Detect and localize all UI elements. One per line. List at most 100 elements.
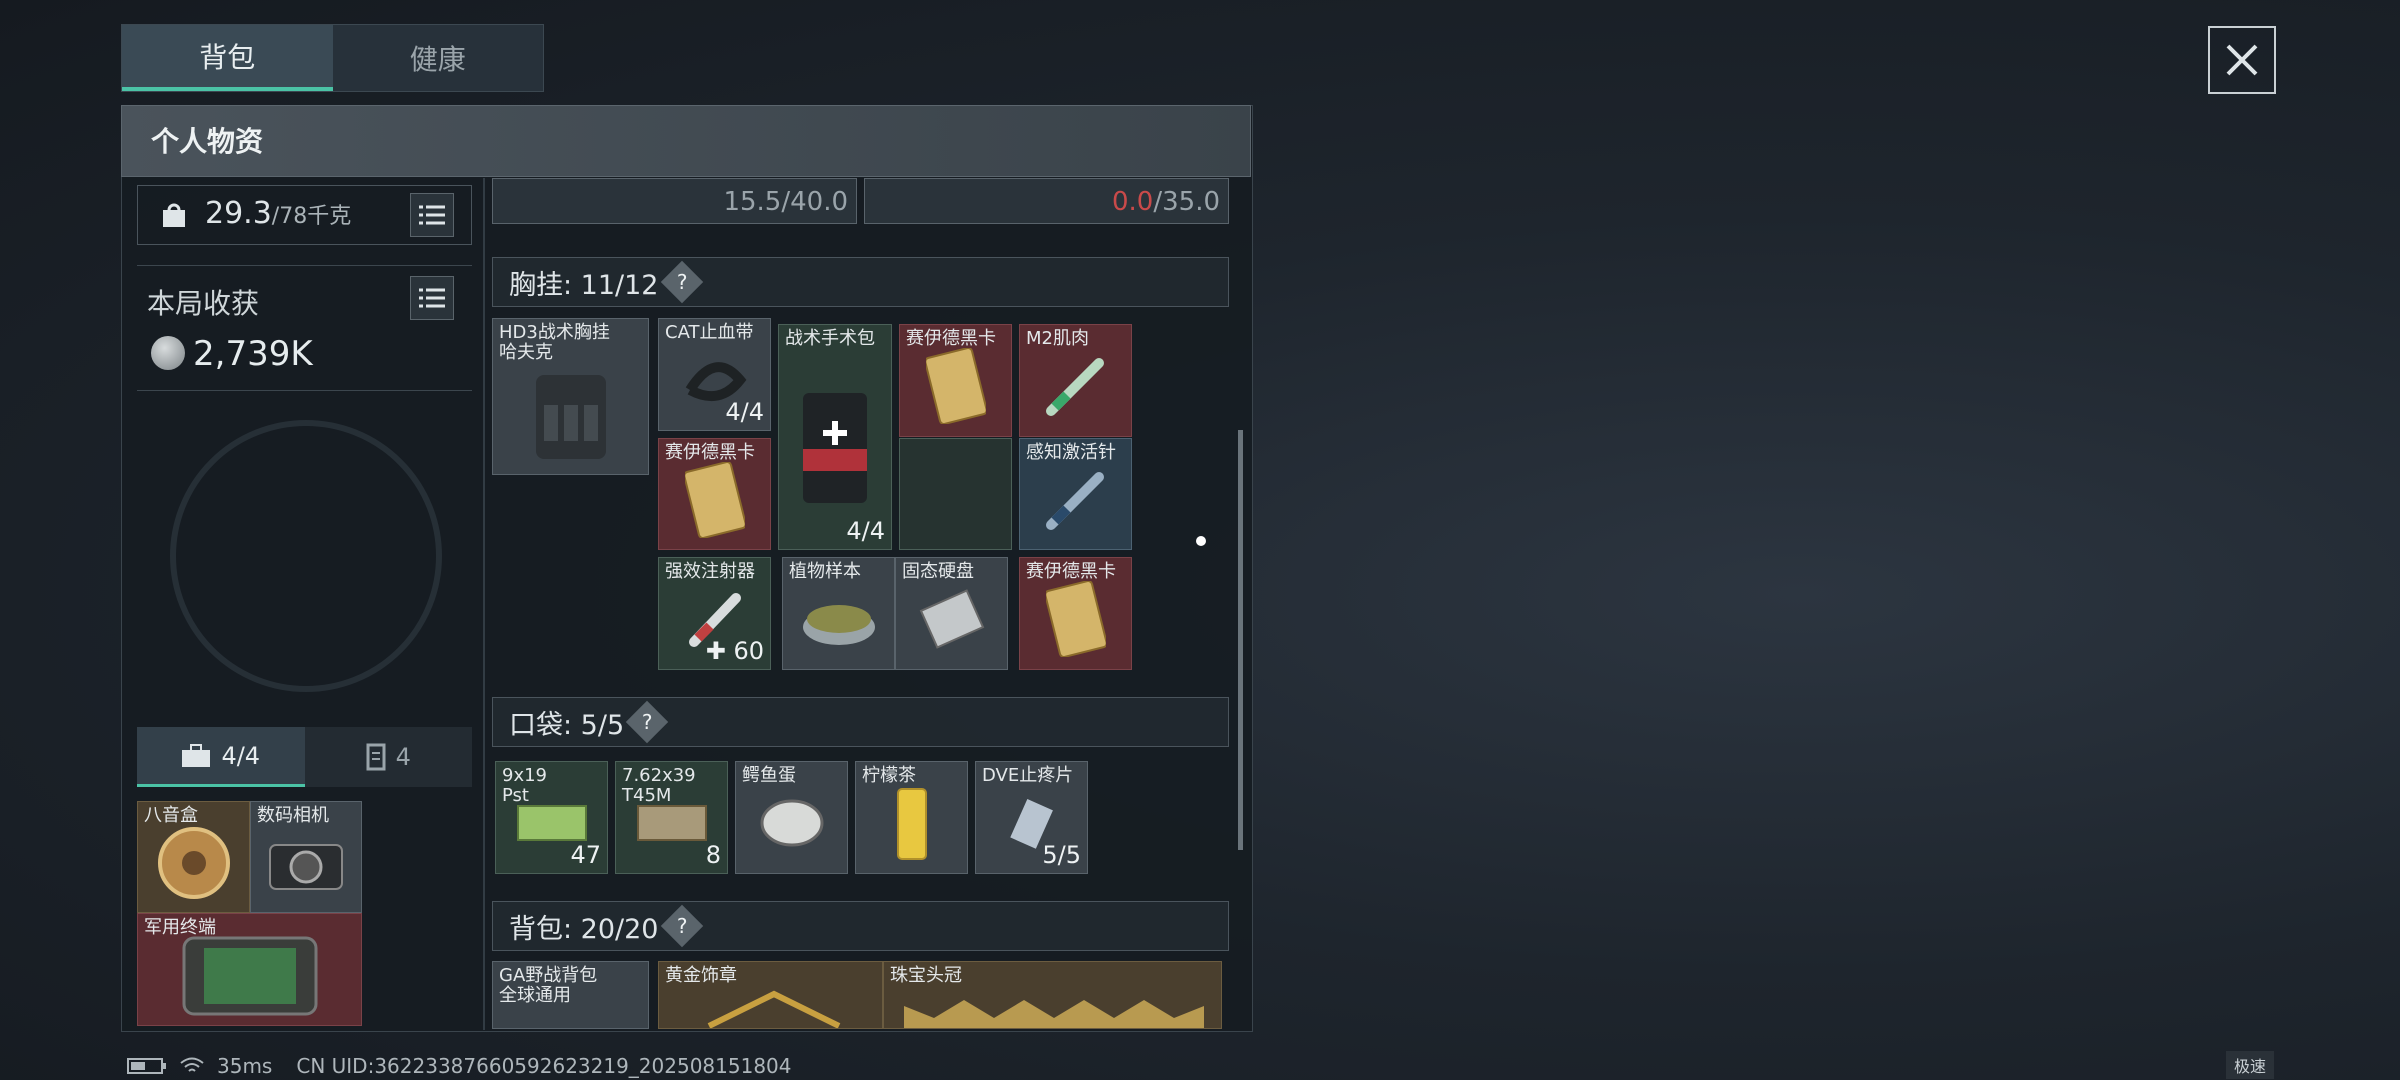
item-name: 植物样本 <box>789 561 861 582</box>
item-name: CAT止血带 <box>665 322 754 343</box>
item-slot[interactable]: 黄金饰章 <box>658 961 883 1029</box>
m2-injector-icon <box>1045 358 1104 417</box>
help-icon[interactable]: ? <box>660 260 703 304</box>
safe-case-count: 4/4 <box>221 741 261 770</box>
harvest-label: 本局收获 <box>147 287 260 320</box>
military-terminal-icon <box>182 936 317 1016</box>
item-name: 赛伊德黑卡 <box>1026 561 1116 582</box>
item-slot[interactable]: HD3战术胸挂 哈夫克 <box>492 318 649 475</box>
top-cell-right: 0.0/35.0 <box>864 178 1229 224</box>
item-slot[interactable]: 八音盒 <box>137 801 250 913</box>
column-divider <box>483 178 485 1030</box>
chest-rig-header: 胸挂: 11/12 ? <box>492 257 1229 307</box>
card-icon <box>366 743 386 771</box>
scrollbar[interactable] <box>1238 430 1243 850</box>
music-box-icon <box>157 826 230 899</box>
tab-health[interactable]: 健康 <box>333 25 544 91</box>
black-card-icon <box>925 348 986 425</box>
item-name: DVE止疼片 <box>982 765 1074 786</box>
croc-egg-icon <box>760 799 823 847</box>
list-icon <box>419 288 445 308</box>
help-icon[interactable]: ? <box>625 700 669 744</box>
weight-value: 29.3/78千克 <box>205 196 352 231</box>
black-card-icon <box>1045 581 1106 658</box>
item-name: 固态硬盘 <box>902 561 974 582</box>
tab-safe-case[interactable]: 4/4 <box>137 727 305 787</box>
coin-icon <box>151 336 185 370</box>
item-count: 4/4 <box>725 398 764 426</box>
chest-rig-icon <box>535 375 606 460</box>
item-slot[interactable]: 9x19 Pst 47 <box>495 761 608 874</box>
item-slot[interactable]: 感知激活针 <box>1019 438 1132 550</box>
speed-badge: 极速 <box>2226 1051 2275 1079</box>
plant-sample-icon <box>802 605 875 646</box>
item-slot[interactable]: 7.62x39 T45M 8 <box>615 761 728 874</box>
item-count: ✚ 60 <box>705 637 764 665</box>
close-icon <box>2226 44 2258 76</box>
battery-icon <box>127 1058 166 1074</box>
divider <box>137 265 472 266</box>
item-name: 赛伊德黑卡 <box>906 328 996 349</box>
item-name: HD3战术胸挂 哈夫克 <box>499 322 610 363</box>
pocket-header: 口袋: 5/5 ? <box>492 697 1229 747</box>
harvest-list-button[interactable] <box>410 276 454 320</box>
ping-value: 35ms <box>217 1054 273 1078</box>
help-icon[interactable]: ? <box>660 904 703 948</box>
item-slot[interactable]: GA野战背包 全球通用 <box>492 961 649 1029</box>
tab-card-pack[interactable]: 4 <box>305 727 473 787</box>
wifi-icon <box>180 1057 204 1072</box>
item-slot[interactable]: 战术手术包 4/4 <box>778 324 892 550</box>
capacity-value: 0.0/35.0 <box>1111 187 1220 217</box>
harvest-value: 2,739K <box>193 334 313 374</box>
jewel-crown-icon <box>904 1000 1204 1028</box>
weight-icon <box>163 203 185 227</box>
weight-list-button[interactable] <box>410 193 454 237</box>
chest-rig-label: 胸挂: 11/12 <box>509 269 659 301</box>
backpack-header: 背包: 20/20 ? <box>492 901 1229 951</box>
gold-medal-icon <box>707 990 841 1028</box>
item-count: 5/5 <box>1042 841 1081 869</box>
close-button[interactable] <box>2208 26 2276 94</box>
item-slot[interactable]: DVE止疼片 5/5 <box>975 761 1088 874</box>
item-count: 47 <box>570 841 601 869</box>
black-card-icon <box>684 461 745 538</box>
left-tabs: 4/4 4 <box>137 727 472 787</box>
item-slot[interactable]: 赛伊德黑卡 <box>658 438 771 550</box>
item-slot[interactable]: 固态硬盘 <box>895 557 1008 670</box>
capacity-value: 15.5/40.0 <box>723 187 848 217</box>
briefcase-icon <box>182 743 211 767</box>
tab-backpack[interactable]: 背包 <box>122 25 333 91</box>
panel-title: 个人物资 <box>151 125 264 158</box>
panel-header <box>121 105 1251 177</box>
item-name: M2肌肉 <box>1026 328 1089 349</box>
item-slot[interactable]: 鳄鱼蛋 <box>735 761 848 874</box>
item-slot[interactable]: 珠宝头冠 <box>883 961 1222 1029</box>
pocket-label: 口袋: 5/5 <box>509 709 625 741</box>
top-cell-left: 15.5/40.0 <box>492 178 857 224</box>
surgery-kit-icon <box>803 393 867 504</box>
item-name: 强效注射器 <box>665 561 755 582</box>
ssd-icon <box>919 589 984 649</box>
item-name: GA野战背包 全球通用 <box>499 965 598 1006</box>
item-name: 战术手术包 <box>785 328 875 349</box>
item-slot[interactable]: 植物样本 <box>782 557 895 670</box>
item-slot[interactable]: 强效注射器 ✚ 60 <box>658 557 771 670</box>
item-name: 数码相机 <box>257 805 329 826</box>
item-slot[interactable]: 数码相机 <box>250 801 362 913</box>
item-slot[interactable]: 军用终端 <box>137 913 362 1026</box>
camera-icon <box>269 843 343 890</box>
item-slot-empty[interactable] <box>899 438 1012 550</box>
uid-text: CN UID:36223387660592623219_202508151804 <box>296 1054 792 1078</box>
touch-cursor <box>1196 536 1206 546</box>
ammo-box-icon <box>636 805 707 842</box>
sense-injector-icon <box>1045 471 1104 530</box>
item-name: 黄金饰章 <box>665 965 737 986</box>
item-slot[interactable]: M2肌肉 <box>1019 324 1132 437</box>
item-slot[interactable]: 赛伊德黑卡 <box>899 324 1012 437</box>
item-name: 感知激活针 <box>1026 442 1116 463</box>
item-count: 8 <box>705 841 721 869</box>
top-tabs: 背包 健康 <box>121 24 544 92</box>
item-slot[interactable]: 柠檬茶 <box>855 761 968 874</box>
item-slot[interactable]: 赛伊德黑卡 <box>1019 557 1132 670</box>
item-slot[interactable]: CAT止血带 4/4 <box>658 318 771 431</box>
